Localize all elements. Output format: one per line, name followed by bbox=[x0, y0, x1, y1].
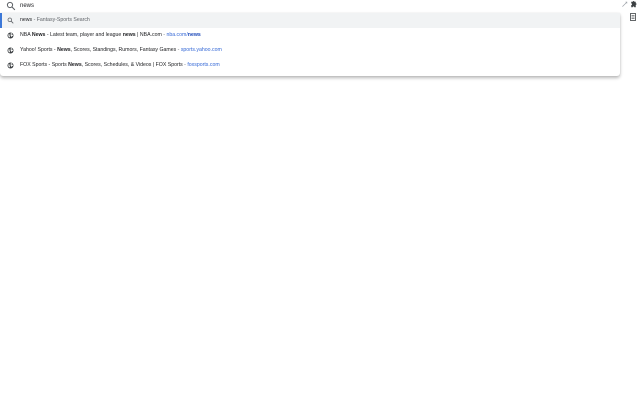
suggestion-url: nba.com/news bbox=[166, 32, 200, 38]
url-part: nba.com/ bbox=[166, 32, 188, 38]
globe-icon bbox=[7, 32, 14, 39]
suggestion-text: FOX Sports - Sports News, Scores, Schedu… bbox=[20, 58, 220, 73]
toolbar-actions bbox=[620, 0, 640, 24]
suggestion-description: Fantasy-Sports Search bbox=[36, 17, 90, 23]
suggestion-text: news - Fantasy-Sports Search bbox=[20, 13, 90, 28]
menu-icon[interactable] bbox=[630, 13, 636, 21]
title-match: News bbox=[31, 32, 46, 38]
title-match: News bbox=[68, 62, 82, 68]
suggestion-title: FOX Sports - Sports News, Scores, Schedu… bbox=[20, 62, 183, 68]
suggestion-url: foxsports.com bbox=[187, 62, 220, 68]
title-part: , Scores, Schedules, & Videos | FOX Spor… bbox=[81, 62, 183, 68]
search-icon bbox=[7, 17, 14, 24]
suggestion-url: sports.yahoo.com bbox=[180, 47, 222, 53]
suggestion-text: Yahoo! Sports - News, Scores, Standings,… bbox=[20, 43, 222, 58]
star-icon[interactable] bbox=[621, 1, 628, 8]
selection-indicator bbox=[0, 13, 2, 28]
suggestion-search[interactable]: news - Fantasy-Sports Search bbox=[0, 13, 620, 28]
title-match: news bbox=[122, 32, 136, 38]
url-match: news bbox=[187, 32, 201, 38]
extension-icon[interactable] bbox=[629, 0, 638, 9]
suggestion-history[interactable]: FOX Sports - Sports News, Scores, Schedu… bbox=[0, 58, 620, 73]
title-part: - Latest team, player and league bbox=[45, 32, 123, 38]
title-part: | NBA.com bbox=[135, 32, 162, 38]
suggestion-match: news bbox=[20, 17, 33, 23]
omnibox bbox=[0, 0, 620, 13]
omnibox-input[interactable] bbox=[20, 0, 580, 12]
title-part: Yahoo! Sports - bbox=[20, 47, 58, 53]
suggestion-title: Yahoo! Sports - News, Scores, Standings,… bbox=[20, 47, 176, 53]
globe-icon bbox=[7, 62, 14, 69]
suggestion-title: NBA News - Latest team, player and leagu… bbox=[20, 32, 162, 38]
omnibox-suggestions-dropdown: news - Fantasy-Sports Search NBA News - … bbox=[0, 13, 620, 76]
title-match: News bbox=[57, 47, 71, 53]
suggestion-text: NBA News - Latest team, player and leagu… bbox=[20, 28, 201, 43]
suggestion-history[interactable]: Yahoo! Sports - News, Scores, Standings,… bbox=[0, 43, 620, 58]
title-part: FOX Sports - Sports bbox=[20, 62, 69, 68]
suggestion-history[interactable]: NBA News - Latest team, player and leagu… bbox=[0, 28, 620, 43]
globe-icon bbox=[7, 47, 14, 54]
title-part: , Scores, Standings, Rumors, Fantasy Gam… bbox=[70, 47, 177, 53]
title-part: NBA bbox=[20, 32, 32, 38]
search-icon bbox=[6, 1, 16, 11]
